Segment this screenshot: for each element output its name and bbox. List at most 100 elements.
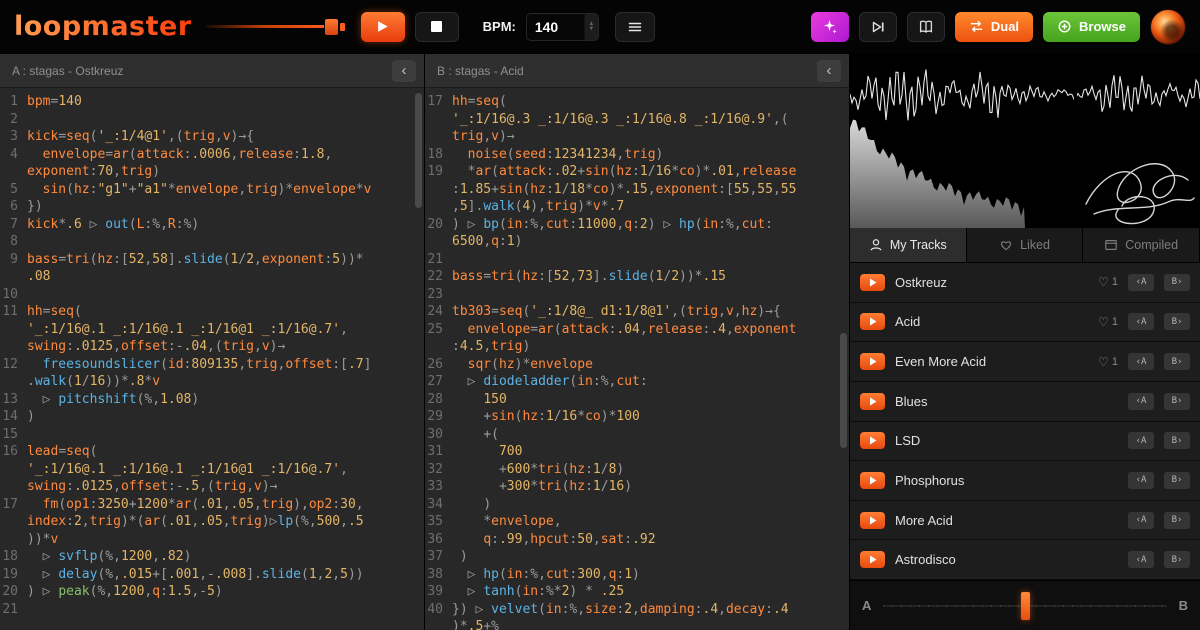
code-text[interactable]: bass=tri(hz:[52,58].slide(1/2,exponent:5… — [27, 251, 424, 286]
tab-my-tracks[interactable]: My Tracks — [850, 228, 967, 262]
code-line[interactable]: 7kick*.6 ▷ out(L:%,R:%) — [0, 216, 424, 234]
track-row[interactable]: Astrodisco‹AB› — [850, 540, 1200, 580]
code-line[interactable]: 38 ▷ hp(in:%,cut:300,q:1) — [425, 566, 849, 584]
code-line[interactable]: 26 sqr(hz)*envelope — [425, 356, 849, 374]
code-text[interactable]: ▷ diodeladder(in:%,cut: — [452, 373, 849, 391]
code-line[interactable]: 30 +( — [425, 426, 849, 444]
code-text[interactable]: q:.99,hpcut:50,sat:.92 — [452, 531, 849, 549]
code-line[interactable]: 23 — [425, 286, 849, 304]
code-text[interactable]: tb303=seq('_:1/8@_ d1:1/8@1',(trig,v,hz)… — [452, 303, 849, 321]
code-text[interactable]: +300*tri(hz:1/16) — [452, 478, 849, 496]
code-text[interactable]: +sin(hz:1/16*co)*100 — [452, 408, 849, 426]
track-row[interactable]: Phosphorus‹AB› — [850, 461, 1200, 501]
load-to-deck-a-button[interactable]: ‹A — [1128, 393, 1154, 410]
code-line[interactable]: 20) ▷ peak(%,1200,q:1.5,-5) — [0, 583, 424, 601]
code-text[interactable]: 150 — [452, 391, 849, 409]
play-button[interactable] — [361, 12, 405, 42]
code-line[interactable]: 3kick=seq('_:1/4@1',(trig,v)→{ — [0, 128, 424, 146]
editor-a-scrollbar-thumb[interactable] — [415, 93, 422, 208]
code-text[interactable] — [27, 426, 424, 444]
code-line[interactable]: 17hh=seq( '_:1/16@.3 _:1/16@.3 _:1/16@.8… — [425, 93, 849, 146]
load-to-deck-b-button[interactable]: B› — [1164, 353, 1190, 370]
app-logo[interactable]: loopmaster — [14, 13, 192, 40]
code-text[interactable]: ▷ svflp(%,1200,.82) — [27, 548, 424, 566]
code-line[interactable]: 21 — [425, 251, 849, 269]
code-line[interactable]: 12 freesoundslicer(id:809135,trig,offset… — [0, 356, 424, 391]
code-text[interactable]: ) — [452, 496, 849, 514]
code-text[interactable]: envelope=ar(attack:.0006,release:1.8, ex… — [27, 146, 424, 181]
tab-liked[interactable]: Liked — [967, 228, 1084, 262]
load-to-deck-a-button[interactable]: ‹A — [1128, 551, 1154, 568]
load-to-deck-b-button[interactable]: B› — [1164, 274, 1190, 291]
autoplay-button[interactable] — [859, 12, 897, 42]
bpm-input[interactable] — [526, 13, 584, 41]
crossfader-rail[interactable] — [883, 605, 1166, 607]
code-text[interactable] — [27, 286, 424, 304]
code-line[interactable]: 35 *envelope, — [425, 513, 849, 531]
tab-compiled[interactable]: Compiled — [1083, 228, 1200, 262]
like-button[interactable]: ♡1 — [1098, 276, 1118, 288]
editor-b-collapse-button[interactable]: ‹ — [817, 60, 841, 82]
code-line[interactable]: 14) — [0, 408, 424, 426]
track-play-button[interactable] — [860, 353, 885, 370]
editor-a-collapse-button[interactable]: ‹ — [392, 60, 416, 82]
load-to-deck-a-button[interactable]: ‹A — [1128, 313, 1154, 330]
load-to-deck-b-button[interactable]: B› — [1164, 551, 1190, 568]
code-line[interactable]: 1bpm=140 — [0, 93, 424, 111]
code-text[interactable]: *ar(attack:.02+sin(hz:1/16*co)*.01,relea… — [452, 163, 849, 216]
code-text[interactable]: bpm=140 — [27, 93, 424, 111]
code-text[interactable]: kick*.6 ▷ out(L:%,R:%) — [27, 216, 424, 234]
editor-b-scrollbar-thumb[interactable] — [840, 333, 847, 448]
code-line[interactable]: 40}) ▷ velvet(in:%,size:2,damping:.4,dec… — [425, 601, 849, 630]
code-line[interactable]: 19 *ar(attack:.02+sin(hz:1/16*co)*.01,re… — [425, 163, 849, 216]
like-button[interactable]: ♡1 — [1098, 316, 1118, 328]
code-line[interactable]: 31 700 — [425, 443, 849, 461]
code-line[interactable]: 5 sin(hz:"g1"+"a1"*envelope,trig)*envelo… — [0, 181, 424, 199]
code-line[interactable]: 34 ) — [425, 496, 849, 514]
code-text[interactable]: ) ▷ bp(in:%,cut:11000,q:2) ▷ hp(in:%,cut… — [452, 216, 849, 251]
track-row[interactable]: More Acid‹AB› — [850, 501, 1200, 541]
code-editor-a[interactable]: 1bpm=14023kick=seq('_:1/4@1',(trig,v)→{4… — [0, 88, 424, 630]
dual-mode-button[interactable]: Dual — [955, 12, 1033, 42]
magic-button[interactable] — [811, 12, 849, 42]
menu-button[interactable] — [615, 12, 655, 42]
code-text[interactable]: }) ▷ velvet(in:%,size:2,damping:.4,decay… — [452, 601, 849, 630]
code-line[interactable]: 21 — [0, 601, 424, 619]
code-line[interactable]: 32 +600*tri(hz:1/8) — [425, 461, 849, 479]
load-to-deck-b-button[interactable]: B› — [1164, 512, 1190, 529]
code-text[interactable]: freesoundslicer(id:809135,trig,offset:[.… — [27, 356, 424, 391]
browse-button[interactable]: Browse — [1043, 12, 1140, 42]
track-play-button[interactable] — [860, 432, 885, 449]
code-text[interactable]: +600*tri(hz:1/8) — [452, 461, 849, 479]
code-text[interactable]: sqr(hz)*envelope — [452, 356, 849, 374]
code-text[interactable]: +( — [452, 426, 849, 444]
code-line[interactable]: 20) ▷ bp(in:%,cut:11000,q:2) ▷ hp(in:%,c… — [425, 216, 849, 251]
code-text[interactable]: fm(op1:3250+1200*ar(.01,.05,trig),op2:30… — [27, 496, 424, 549]
code-text[interactable]: ) — [27, 408, 424, 426]
load-to-deck-a-button[interactable]: ‹A — [1128, 353, 1154, 370]
code-line[interactable]: 17 fm(op1:3250+1200*ar(.01,.05,trig),op2… — [0, 496, 424, 549]
code-text[interactable]: lead=seq( '_:1/16@.1 _:1/16@.1 _:1/16@1 … — [27, 443, 424, 496]
code-line[interactable]: 25 envelope=ar(attack:.04,release:.4,exp… — [425, 321, 849, 356]
code-line[interactable]: 2 — [0, 111, 424, 129]
code-line[interactable]: 4 envelope=ar(attack:.0006,release:1.8, … — [0, 146, 424, 181]
code-text[interactable]: }) — [27, 198, 424, 216]
load-to-deck-a-button[interactable]: ‹A — [1128, 512, 1154, 529]
code-line[interactable]: 8 — [0, 233, 424, 251]
code-text[interactable] — [27, 111, 424, 129]
code-text[interactable]: ▷ pitchshift(%,1.08) — [27, 391, 424, 409]
code-text[interactable]: 700 — [452, 443, 849, 461]
code-text[interactable]: ) ▷ peak(%,1200,q:1.5,-5) — [27, 583, 424, 601]
code-text[interactable] — [452, 251, 849, 269]
code-line[interactable]: 29 +sin(hz:1/16*co)*100 — [425, 408, 849, 426]
code-line[interactable]: 9bass=tri(hz:[52,58].slide(1/2,exponent:… — [0, 251, 424, 286]
track-row[interactable]: LSD‹AB› — [850, 422, 1200, 462]
code-line[interactable]: 11hh=seq( '_:1/16@.1 _:1/16@.1 _:1/16@1 … — [0, 303, 424, 356]
code-line[interactable]: 33 +300*tri(hz:1/16) — [425, 478, 849, 496]
user-avatar[interactable] — [1150, 9, 1186, 45]
code-text[interactable]: ▷ hp(in:%,cut:300,q:1) — [452, 566, 849, 584]
code-line[interactable]: 18 ▷ svflp(%,1200,.82) — [0, 548, 424, 566]
load-to-deck-a-button[interactable]: ‹A — [1128, 274, 1154, 291]
load-to-deck-b-button[interactable]: B› — [1164, 313, 1190, 330]
code-line[interactable]: 36 q:.99,hpcut:50,sat:.92 — [425, 531, 849, 549]
